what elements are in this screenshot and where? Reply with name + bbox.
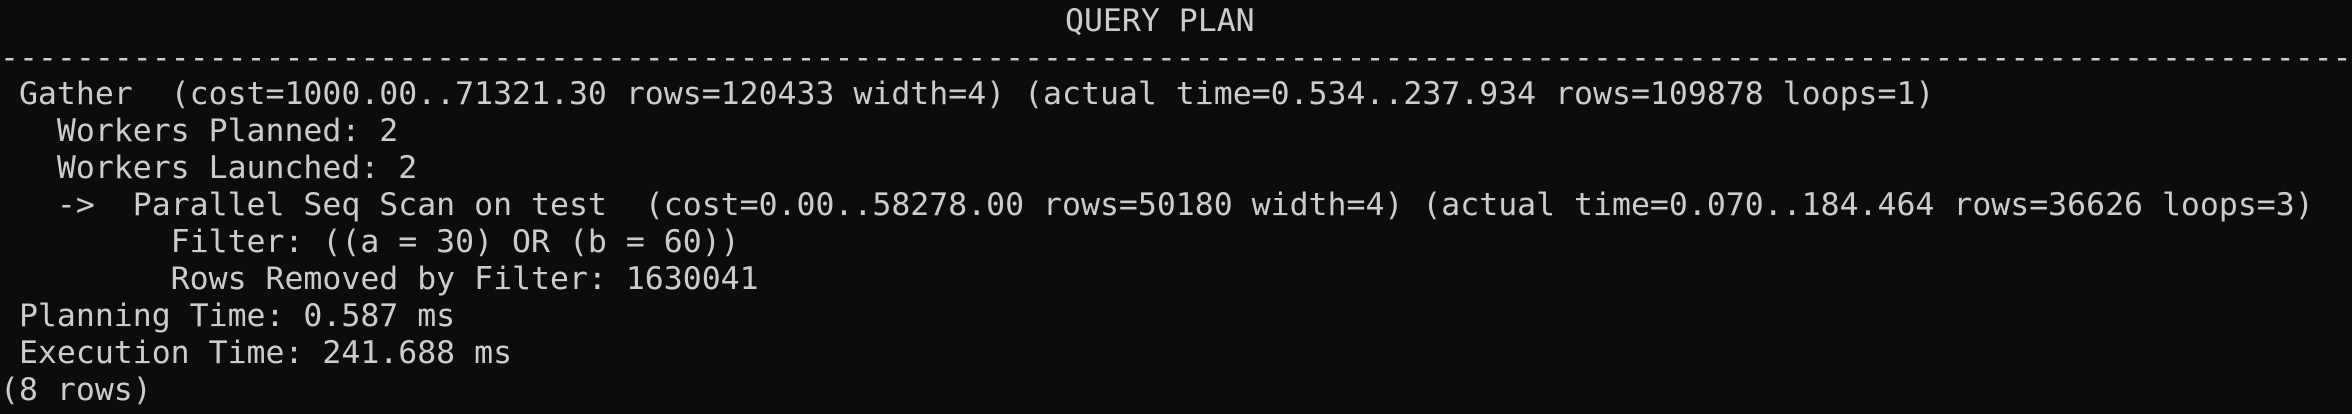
row-count-footer: (8 rows) xyxy=(0,372,152,408)
terminal-output: QUERY PLAN -----------------------------… xyxy=(0,0,2352,414)
plan-line-workers-planned: Workers Planned: 2 xyxy=(0,113,399,149)
plan-line-rows-removed: Rows Removed by Filter: 1630041 xyxy=(0,261,759,297)
plan-line-workers-launched: Workers Launched: 2 xyxy=(0,150,418,186)
plan-line-planning-time: Planning Time: 0.587 ms xyxy=(0,298,456,334)
plan-line-filter: Filter: ((a = 30) OR (b = 60)) xyxy=(0,224,740,260)
query-plan-header: QUERY PLAN xyxy=(1065,3,1255,39)
header-separator-rule: ----------------------------------------… xyxy=(0,40,2352,76)
plan-line-parallel-seq-scan: -> Parallel Seq Scan on test (cost=0.00.… xyxy=(0,187,2314,223)
plan-line-execution-time: Execution Time: 241.688 ms xyxy=(0,335,513,371)
plan-line-gather: Gather (cost=1000.00..71321.30 rows=1204… xyxy=(0,76,1935,112)
